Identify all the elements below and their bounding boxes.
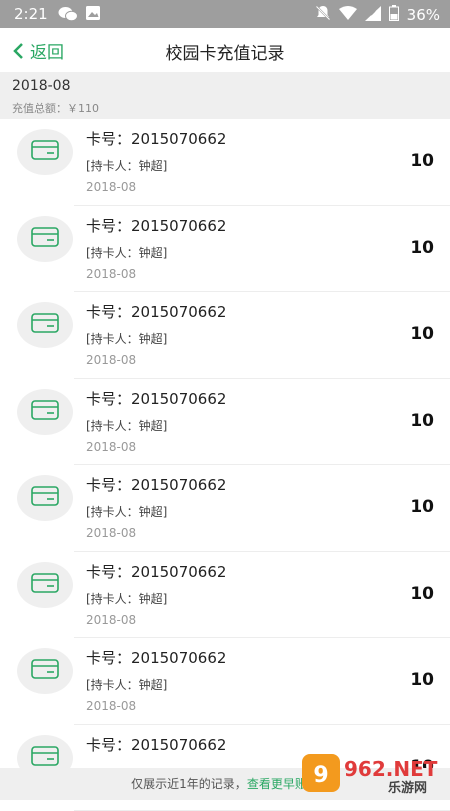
- status-bar: 2:21 36%: [0, 0, 450, 28]
- card-avatar: [17, 648, 73, 694]
- record-amount: 10: [410, 151, 434, 171]
- status-right: 36%: [315, 5, 440, 25]
- battery-percent: 36%: [407, 6, 440, 24]
- record-amount: 10: [410, 238, 434, 258]
- record-amount: 10: [410, 411, 434, 431]
- card-number: 卡号：2015070662: [86, 647, 226, 668]
- record-list: 卡号：2015070662[持卡人：钟超]2018-0810卡号：2015070…: [0, 119, 450, 811]
- record-row[interactable]: 卡号：2015070662 [持卡人：钟超] 2018-08 10: [74, 379, 450, 466]
- card-icon: [30, 138, 60, 166]
- record-date: 2018-08: [86, 267, 136, 281]
- watermark-logo: 9 962.NET 乐游网: [302, 752, 442, 796]
- card-avatar: [17, 216, 73, 262]
- card-icon: [30, 311, 60, 339]
- card-icon: [30, 484, 60, 512]
- card-number: 卡号：2015070662: [86, 388, 226, 409]
- card-number: 卡号：2015070662: [86, 301, 226, 322]
- wifi-icon: [339, 6, 357, 25]
- record-date: 2018-08: [86, 526, 136, 540]
- month-summary: 2018-08 充值总额：￥110: [0, 72, 450, 119]
- record-amount: 10: [410, 497, 434, 517]
- record-row[interactable]: 卡号：2015070662 [持卡人：钟超] 2018-08 10: [74, 206, 450, 293]
- record-date: 2018-08: [86, 440, 136, 454]
- nav-bar: 返回 校园卡充值记录: [0, 28, 450, 72]
- card-number: 卡号：2015070662: [86, 734, 226, 755]
- record-amount: 10: [410, 324, 434, 344]
- footer-text: 仅展示近1年的记录，: [131, 777, 247, 791]
- card-holder: [持卡人：钟超]: [86, 590, 167, 607]
- card-holder: [持卡人：钟超]: [86, 330, 167, 347]
- total-label: 充值总额：: [12, 102, 67, 115]
- record-date: 2018-08: [86, 353, 136, 367]
- battery-icon: [389, 5, 399, 25]
- month-label: 2018-08: [12, 78, 71, 94]
- record-date: 2018-08: [86, 699, 136, 713]
- page-title: 校园卡充值记录: [0, 39, 450, 64]
- watermark-badge-text: 9: [313, 763, 328, 788]
- card-holder: [持卡人：钟超]: [86, 676, 167, 693]
- total-amount: 充值总额：￥110: [12, 100, 99, 116]
- record-date: 2018-08: [86, 613, 136, 627]
- card-number: 卡号：2015070662: [86, 128, 226, 149]
- signal-icon: [365, 6, 381, 25]
- card-holder: [持卡人：钟超]: [86, 503, 167, 520]
- card-number: 卡号：2015070662: [86, 561, 226, 582]
- watermark-sub: 乐游网: [388, 780, 427, 796]
- card-icon: [30, 657, 60, 685]
- card-avatar: [17, 302, 73, 348]
- card-avatar: [17, 129, 73, 175]
- mute-icon: [315, 5, 331, 25]
- record-date: 2018-08: [86, 180, 136, 194]
- wechat-icon: [58, 6, 78, 26]
- card-avatar: [17, 562, 73, 608]
- card-number: 卡号：2015070662: [86, 215, 226, 236]
- card-holder: [持卡人：钟超]: [86, 417, 167, 434]
- card-holder: [持卡人：钟超]: [86, 157, 167, 174]
- record-row[interactable]: 卡号：2015070662 [持卡人：钟超] 2018-08 10: [74, 638, 450, 725]
- record-row[interactable]: 卡号：2015070662 [持卡人：钟超] 2018-08 10: [74, 292, 450, 379]
- record-amount: 10: [410, 670, 434, 690]
- card-number: 卡号：2015070662: [86, 474, 226, 495]
- card-icon: [30, 398, 60, 426]
- total-value: ￥110: [67, 102, 99, 115]
- card-avatar: [17, 475, 73, 521]
- record-amount: 10: [410, 584, 434, 604]
- watermark-brand: 962.NET: [344, 757, 438, 781]
- image-icon: [86, 6, 100, 24]
- card-holder: [持卡人：钟超]: [86, 244, 167, 261]
- record-row[interactable]: 卡号：2015070662 [持卡人：钟超] 2018-08 10: [74, 119, 450, 206]
- card-icon: [30, 225, 60, 253]
- card-icon: [30, 571, 60, 599]
- record-row[interactable]: 卡号：2015070662 [持卡人：钟超] 2018-08 10: [74, 465, 450, 552]
- record-row[interactable]: 卡号：2015070662 [持卡人：钟超] 2018-08 10: [74, 552, 450, 639]
- card-avatar: [17, 389, 73, 435]
- status-time: 2:21: [14, 5, 48, 23]
